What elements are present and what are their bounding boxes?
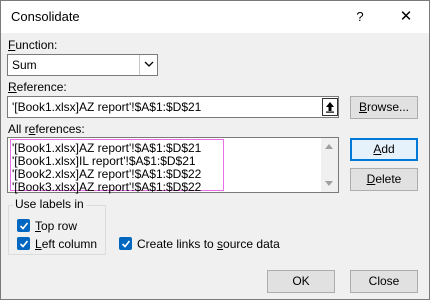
dropdown-arrow[interactable] bbox=[139, 55, 157, 75]
delete-button[interactable]: Delete bbox=[350, 168, 418, 191]
close-window-button[interactable]: ✕ bbox=[383, 2, 429, 32]
reference-value: '[Book1.xlsx]AZ report'!$A$1:$D$21 bbox=[12, 100, 202, 114]
function-select[interactable]: Sum bbox=[7, 54, 158, 76]
checkmark-icon bbox=[121, 240, 131, 248]
top-row-label[interactable]: Top row bbox=[35, 219, 77, 233]
reference-input[interactable]: '[Book1.xlsx]AZ report'!$A$1:$D$21 bbox=[7, 96, 339, 118]
browse-button[interactable]: Browse... bbox=[350, 96, 418, 119]
range-select-icon bbox=[326, 102, 334, 113]
checkmark-icon bbox=[19, 240, 29, 248]
list-item[interactable]: '[Book3.xlsx]AZ report'!$A$1:$D$22 bbox=[12, 180, 201, 194]
all-references-list[interactable]: '[Book1.xlsx]AZ report'!$A$1:$D$21 '[Boo… bbox=[7, 137, 339, 194]
create-links-checkbox[interactable] bbox=[119, 237, 132, 250]
scroll-up-icon bbox=[325, 144, 333, 149]
create-links-label[interactable]: Create links to source data bbox=[137, 237, 280, 251]
consolidate-dialog: Consolidate ? ✕ Function: Sum Reference:… bbox=[0, 0, 430, 300]
checkmark-icon bbox=[19, 222, 29, 230]
reference-label: Reference: bbox=[8, 80, 67, 94]
scroll-down-icon bbox=[325, 181, 333, 186]
collapse-dialog-button[interactable] bbox=[322, 98, 338, 116]
all-references-label: All references: bbox=[8, 122, 85, 136]
list-item[interactable]: '[Book2.xlsx]AZ report'!$A$1:$D$22 bbox=[12, 167, 201, 181]
list-item[interactable]: '[Book1.xlsx]AZ report'!$A$1:$D$21 bbox=[12, 141, 201, 155]
use-labels-title: Use labels in bbox=[13, 197, 86, 211]
chevron-down-icon bbox=[144, 61, 154, 67]
ok-button[interactable]: OK bbox=[267, 270, 335, 293]
left-column-checkbox[interactable] bbox=[17, 237, 30, 250]
function-label: Function: bbox=[8, 38, 58, 52]
left-column-label[interactable]: Left column bbox=[35, 237, 97, 251]
list-scrollbar[interactable] bbox=[321, 138, 338, 192]
top-row-checkbox[interactable] bbox=[17, 219, 30, 232]
add-button[interactable]: Add bbox=[350, 138, 418, 161]
title-bar: Consolidate ? ✕ bbox=[1, 1, 429, 33]
list-item[interactable]: '[Book1.xlsx]IL report'!$A$1:$D$21 bbox=[12, 154, 196, 168]
help-button[interactable]: ? bbox=[337, 2, 383, 32]
close-button[interactable]: Close bbox=[350, 270, 418, 293]
function-value: Sum bbox=[12, 58, 37, 72]
dialog-title: Consolidate bbox=[11, 9, 80, 24]
